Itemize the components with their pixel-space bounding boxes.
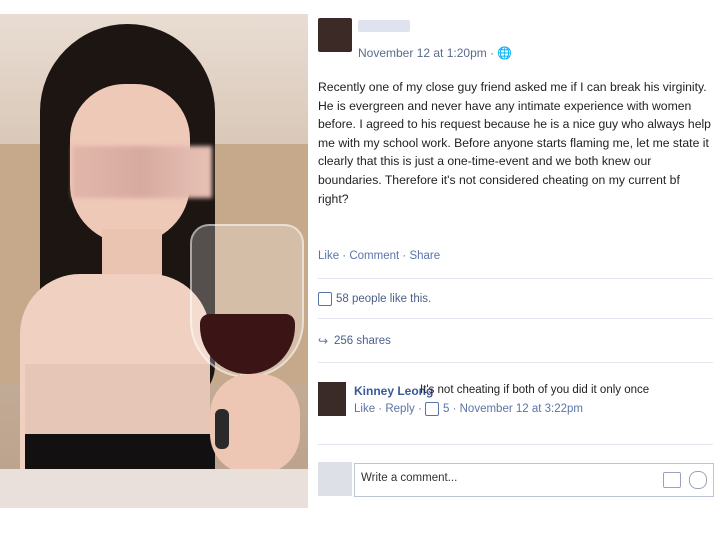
thumbs-up-icon [318, 292, 332, 306]
commenter-avatar[interactable] [318, 382, 346, 416]
share-link[interactable]: Share [409, 250, 440, 262]
poster-avatar[interactable] [318, 18, 352, 52]
post-photo [0, 14, 308, 508]
shares-text[interactable]: 256 shares [334, 335, 391, 347]
post-shares[interactable]: ↪ 256 shares [318, 335, 391, 347]
post-likes[interactable]: 58 people like this. [318, 292, 431, 306]
actions-separator: · [375, 403, 386, 416]
like-link[interactable]: Like [318, 250, 339, 262]
smiley-icon[interactable] [689, 471, 707, 489]
post-timestamp-text[interactable]: November 12 at 1:20pm · [358, 46, 497, 60]
share-arrow-icon: ↪ [318, 334, 329, 348]
actions-separator: · [339, 250, 350, 262]
poster-name-redacted [358, 20, 410, 32]
current-user-avatar [318, 462, 352, 496]
camera-icon[interactable] [663, 472, 681, 488]
divider [318, 444, 713, 445]
bracelet [215, 409, 229, 449]
post-actions: Like · Comment · Share [318, 250, 440, 262]
comment-like-link[interactable]: Like [354, 403, 375, 415]
actions-separator: · [414, 403, 425, 416]
post-body-text: Recently one of my close guy friend aske… [318, 80, 711, 206]
actions-separator: · [449, 403, 460, 416]
divider [318, 318, 713, 319]
thumbs-up-icon [424, 402, 439, 416]
comment-input[interactable]: Write a comment... [354, 463, 714, 497]
comment-text: It's not cheating if both of you did it … [420, 384, 650, 396]
divider [318, 278, 713, 279]
actions-separator: · [399, 250, 410, 262]
comment-link[interactable]: Comment [349, 250, 399, 262]
comment-reply-link[interactable]: Reply [385, 403, 414, 415]
comment-actions: Like · Reply · 5 · November 12 at 3:22pm [354, 402, 583, 416]
face-blur-overlay [72, 146, 212, 198]
post-timestamp[interactable]: November 12 at 1:20pm · 🌐 [358, 46, 512, 60]
comment-timestamp[interactable]: November 12 at 3:22pm [460, 403, 583, 415]
comment-input-placeholder: Write a comment... [361, 472, 458, 484]
divider [318, 362, 713, 363]
globe-icon: 🌐 [497, 46, 513, 60]
likes-text[interactable]: 58 people like this. [336, 293, 431, 305]
photo-table [0, 469, 308, 508]
